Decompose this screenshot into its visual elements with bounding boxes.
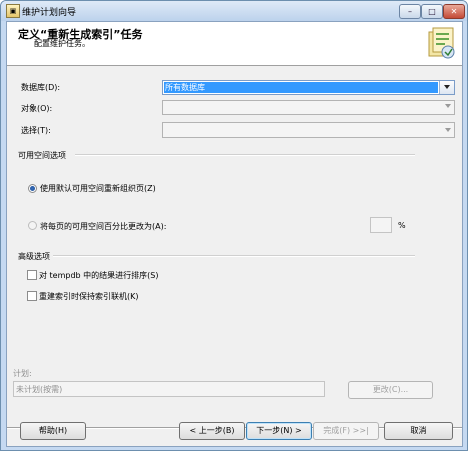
chevron-down-icon <box>444 85 450 89</box>
object-dropdown[interactable] <box>162 100 455 115</box>
next-button[interactable]: 下一步(N) > <box>246 422 312 440</box>
percent-space-label[interactable]: 将每页的可用空间百分比更改为(A): <box>40 221 166 232</box>
percent-space-radio[interactable] <box>28 221 37 230</box>
sort-tempdb-checkbox[interactable] <box>27 270 37 280</box>
default-space-label[interactable]: 使用默认可用空间重新组织页(Z) <box>40 183 156 194</box>
wizard-task-icon <box>428 27 455 59</box>
percent-input[interactable] <box>370 217 392 233</box>
group-divider <box>75 154 415 156</box>
dialog-client: 定义“重新生成索引”任务 配置维护任务。 数据库(D): 所有数据库 对象(O)… <box>6 21 463 447</box>
maximize-button[interactable]: □ <box>421 4 443 19</box>
advanced-group-label: 高级选项 <box>18 252 50 261</box>
chevron-down-icon <box>445 104 451 108</box>
page-subtitle: 配置维护任务。 <box>34 39 90 48</box>
percent-unit: % <box>398 221 406 230</box>
sort-tempdb-label[interactable]: 对 tempdb 中的结果进行排序(S) <box>39 270 159 281</box>
free-space-group-label: 可用空间选项 <box>18 151 66 160</box>
selection-label: 选择(T): <box>21 126 51 135</box>
keep-online-label[interactable]: 重建索引时保持索引联机(K) <box>39 291 139 302</box>
window-title: 维护计划向导 <box>22 8 77 18</box>
schedule-value: 未计划(按需) <box>16 385 63 394</box>
group-divider <box>53 255 415 257</box>
selection-dropdown[interactable] <box>162 122 455 138</box>
minimize-button[interactable]: – <box>399 4 421 19</box>
close-button[interactable]: ✕ <box>443 4 465 19</box>
wizard-window: ▣ 维护计划向导 – □ ✕ 定义“重新生成索引”任务 配置维护任务。 数据库(… <box>0 0 468 451</box>
app-icon: ▣ <box>6 4 20 18</box>
database-dropdown-button[interactable] <box>439 81 454 94</box>
default-space-radio[interactable] <box>28 184 37 193</box>
title-bar[interactable]: ▣ 维护计划向导 – □ ✕ <box>1 1 467 21</box>
schedule-label: 计划: <box>13 369 32 378</box>
cancel-button[interactable]: 取消 <box>384 422 453 440</box>
chevron-down-icon <box>445 128 451 132</box>
finish-button[interactable]: 完成(F) >>| <box>313 422 379 440</box>
help-button[interactable]: 帮助(H) <box>20 422 86 440</box>
change-schedule-button[interactable]: 更改(C)... <box>348 381 433 399</box>
database-value: 所有数据库 <box>164 82 438 93</box>
wizard-header: 定义“重新生成索引”任务 配置维护任务。 <box>7 22 462 66</box>
database-dropdown[interactable]: 所有数据库 <box>162 80 455 95</box>
back-button[interactable]: < 上一步(B) <box>179 422 245 440</box>
schedule-field: 未计划(按需) <box>13 381 325 397</box>
database-label: 数据库(D): <box>21 83 61 92</box>
object-label: 对象(O): <box>21 104 53 113</box>
keep-online-checkbox[interactable] <box>27 291 37 301</box>
